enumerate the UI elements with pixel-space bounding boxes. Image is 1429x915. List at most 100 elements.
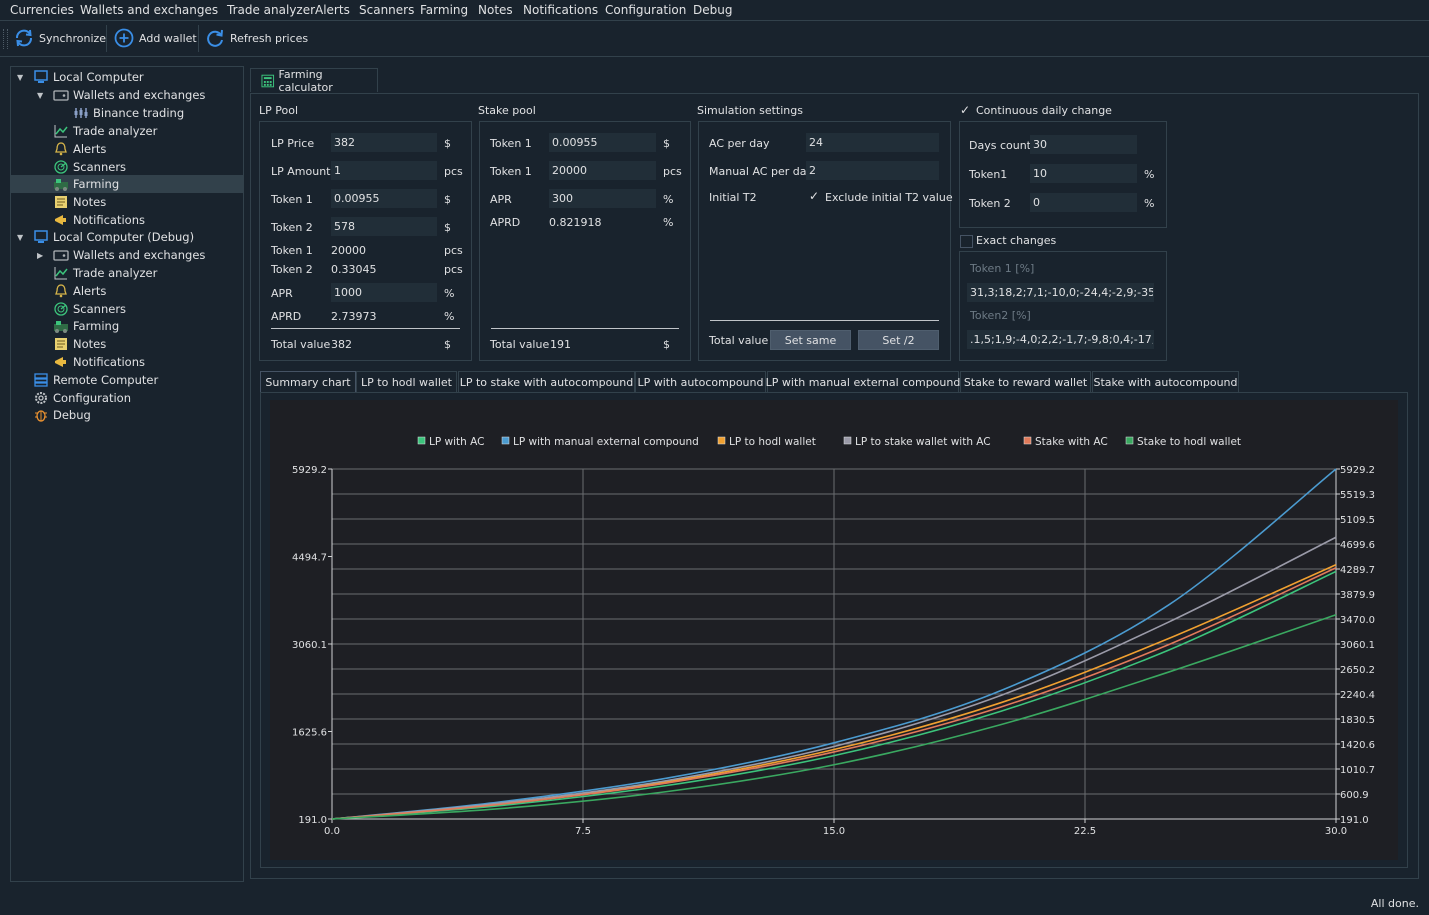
lp-token2-price-input[interactable]: 578 (331, 217, 437, 236)
tab-lp-with-autocompound[interactable]: LP with autocompound (635, 371, 766, 393)
tab-farming-calculator[interactable]: Farming calculator (250, 68, 378, 94)
set-same-button[interactable]: Set same (770, 330, 851, 350)
days-count-input[interactable]: 30 (1030, 135, 1137, 154)
lp-token1-amount-label: Token 1 (271, 244, 313, 257)
lp-token1-price-input[interactable]: 0.00955 (331, 189, 437, 208)
tree-item-wallets-and-exchanges[interactable]: ▶ Wallets and exchanges (11, 246, 243, 264)
lp-token1-price-label: Token 1 (271, 193, 313, 206)
stake-token1-price-input[interactable]: 0.00955 (549, 133, 656, 152)
token2-change-unit: % (1144, 197, 1155, 210)
tree-item-notes[interactable]: Notes (11, 335, 243, 353)
refresh-prices-button[interactable]: Refresh prices (204, 26, 308, 50)
main-tabbar: Farming calculator (250, 68, 1419, 94)
y-right-tick-label: 4289.7 (1340, 565, 1375, 576)
tree-item-configuration[interactable]: Configuration (11, 389, 243, 407)
exclude-initial-t2-checkbox[interactable]: ✓ (809, 190, 820, 202)
refresh-icon (207, 29, 223, 47)
menu-configuration[interactable]: Configuration (605, 3, 686, 17)
tree-item-notifications[interactable]: Notifications (11, 353, 243, 371)
menu-scanners[interactable]: Scanners (359, 3, 414, 17)
lp-amount-label: LP Amount (271, 165, 331, 178)
token2-change-label: Token 2 (969, 197, 1011, 210)
lp-amount-unit: pcs (444, 165, 463, 178)
menu-trade-analyzer[interactable]: Trade analyzer (227, 3, 315, 17)
tree-item-label: Remote Computer (53, 373, 159, 387)
server-icon (34, 373, 48, 387)
tree-item-scanners[interactable]: Scanners (11, 158, 243, 176)
stake-token1-amount-input[interactable]: 20000 (549, 161, 656, 180)
menu-currencies[interactable]: Currencies (10, 3, 74, 17)
tab-summary-chart[interactable]: Summary chart (260, 371, 356, 393)
y-left-tick-label: 191.0 (298, 815, 327, 826)
expand-arrow-icon[interactable]: ▼ (17, 73, 23, 82)
add-wallet-button[interactable]: Add wallet (113, 26, 197, 50)
tree-item-local-computer-debug[interactable]: ▼ Local Computer (Debug) (11, 228, 243, 246)
tree-item-trade-analyzer[interactable]: Trade analyzer (11, 264, 243, 282)
lp-price-input[interactable]: 382 (331, 133, 437, 152)
stake-token1-amount-label: Token 1 (490, 165, 532, 178)
y-right-tick-label: 191.0 (1340, 815, 1369, 826)
tree-item-farming[interactable]: Farming (11, 317, 243, 335)
stake-apr-label: APR (490, 193, 512, 206)
tab-lp-manual-external-compound[interactable]: LP with manual external compound (766, 371, 960, 393)
simulation-total-label: Total value (709, 334, 769, 347)
binance-icon (74, 108, 88, 118)
menu-debug[interactable]: Debug (693, 3, 732, 17)
y-right-tick-label: 5109.5 (1340, 515, 1375, 526)
y-right-tick-label: 3879.9 (1340, 590, 1375, 601)
chart-line-icon (54, 267, 68, 280)
stake-apr-input[interactable]: 300 (549, 189, 656, 208)
menu-farming[interactable]: Farming (420, 3, 468, 17)
token2-change-input[interactable]: 0 (1030, 193, 1137, 212)
token2-exact-input[interactable]: .1,5;1,9;-4,0;2,2;-1,7;-9,8;0,4;-17,0 (967, 330, 1154, 349)
collapse-arrow-icon[interactable]: ▶ (37, 251, 43, 260)
tree-item-local-computer[interactable]: ▼ Local Computer (11, 68, 243, 86)
lp-amount-input[interactable]: 1 (331, 161, 437, 180)
legend-label: LP to hodl wallet (729, 436, 816, 448)
tree-item-notifications[interactable]: Notifications (11, 211, 243, 229)
lp-apr-input[interactable]: 1000 (331, 283, 437, 302)
tab-lp-to-hodl-wallet[interactable]: LP to hodl wallet (356, 371, 457, 393)
tree-item-remote-computer[interactable]: Remote Computer (11, 371, 243, 389)
lp-token2-price-unit: $ (444, 221, 451, 234)
tree-item-binance-trading[interactable]: Binance trading (11, 104, 243, 122)
tab-lp-to-stake-autocompound[interactable]: LP to stake with autocompound (458, 371, 635, 393)
token1-change-input[interactable]: 10 (1030, 164, 1137, 183)
tree-item-debug[interactable]: Debug (11, 406, 243, 424)
tree-item-notes[interactable]: Notes (11, 193, 243, 211)
exact-changes-checkbox[interactable] (960, 235, 973, 248)
tree-item-label: Configuration (53, 391, 131, 405)
tree-item-alerts[interactable]: Alerts (11, 140, 243, 158)
toolbar-grip[interactable] (3, 29, 8, 49)
token1-change-unit: % (1144, 168, 1155, 181)
stake-pool-group (479, 121, 691, 361)
menu-notifications[interactable]: Notifications (523, 3, 598, 17)
stake-separator (491, 328, 679, 329)
token1-change-label: Token1 (969, 168, 1008, 181)
lp-token2-amount-unit: pcs (444, 263, 463, 276)
calculator-icon (261, 74, 275, 87)
continuous-daily-change-checkbox[interactable]: ✓ (960, 104, 971, 116)
token1-exact-input[interactable]: 31,3;18,2;7,1;-10,0;-24,4;-2,9;-35,9 (967, 283, 1154, 302)
tab-stake-to-reward-wallet[interactable]: Stake to reward wallet (960, 371, 1091, 393)
menu-wallets[interactable]: Wallets and exchanges (80, 3, 218, 17)
synchronize-button[interactable]: Synchronize (13, 26, 106, 50)
tree-item-wallets-and-exchanges[interactable]: ▼ Wallets and exchanges (11, 86, 243, 104)
stake-total-value: 191 (550, 338, 571, 351)
expand-arrow-icon[interactable]: ▼ (37, 91, 43, 100)
tree-item-alerts[interactable]: Alerts (11, 282, 243, 300)
ac-per-day-input[interactable]: 24 (806, 133, 939, 152)
menu-alerts[interactable]: Alerts (315, 3, 350, 17)
tab-stake-with-autocompound[interactable]: Stake with autocompound (1092, 371, 1239, 393)
set-half-button[interactable]: Set /2 (858, 330, 939, 350)
bell-icon (55, 142, 67, 156)
manual-ac-input[interactable]: 2 (806, 161, 939, 180)
menu-notes[interactable]: Notes (478, 3, 513, 17)
y-left-tick-label: 5929.2 (292, 465, 327, 476)
tree-item-farming[interactable]: Farming (11, 175, 243, 193)
y-right-tick-label: 5519.3 (1340, 490, 1375, 501)
tree-item-scanners[interactable]: Scanners (11, 300, 243, 318)
legend-swatch (501, 436, 510, 445)
tree-item-trade-analyzer[interactable]: Trade analyzer (11, 122, 243, 140)
expand-arrow-icon[interactable]: ▼ (17, 233, 23, 242)
